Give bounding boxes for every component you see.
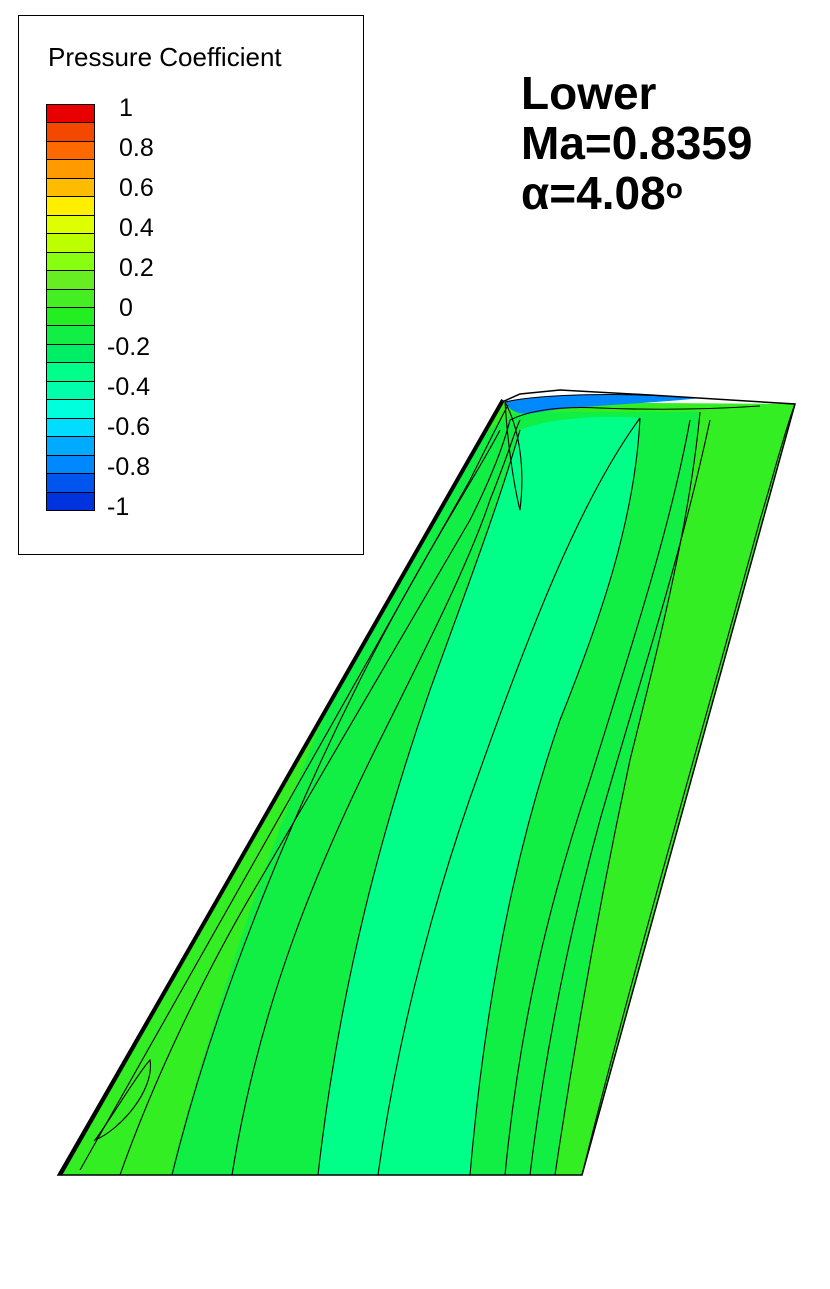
wing-pressure-contour-plot [56, 389, 796, 1176]
